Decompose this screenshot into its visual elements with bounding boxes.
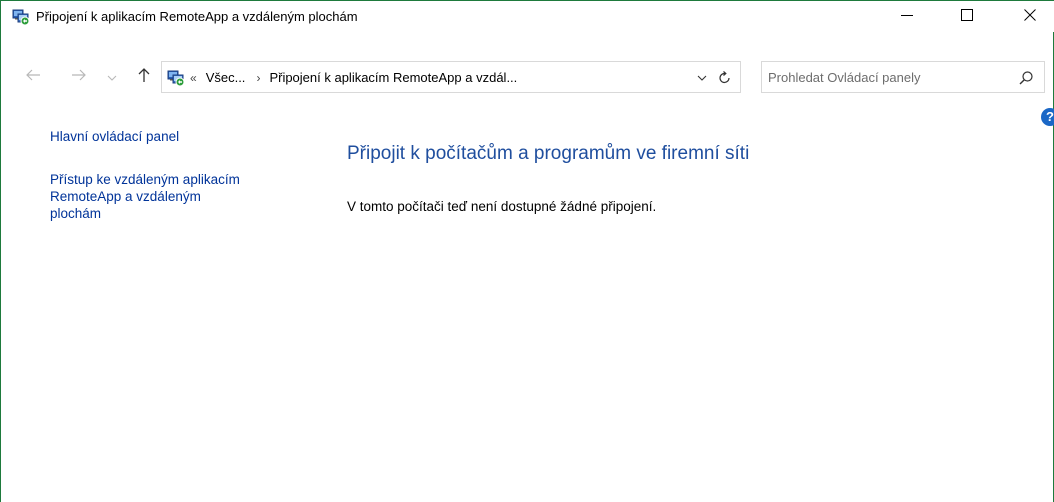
maximize-icon: [961, 8, 973, 26]
chevron-down-icon: [697, 75, 707, 81]
breadcrumb-item-all-items[interactable]: Všec...: [206, 70, 246, 86]
window-title: Připojení k aplikacím RemoteApp a vzdále…: [36, 9, 358, 24]
refresh-icon: [719, 71, 730, 84]
chevron-down-icon: [107, 68, 117, 86]
status-message: V tomto počítači teď není dostupné žádné…: [347, 199, 657, 214]
back-button[interactable]: [21, 61, 45, 93]
control-panel-window: Připojení k aplikacím RemoteApp a vzdále…: [0, 0, 1054, 502]
remoteapp-icon: [12, 8, 30, 26]
search-box[interactable]: [761, 61, 1045, 93]
search-icon[interactable]: [1018, 70, 1034, 86]
recent-locations-button[interactable]: [104, 61, 120, 93]
arrow-right-icon: [71, 68, 87, 87]
breadcrumb-item-remoteapp[interactable]: Připojení k aplikacím RemoteApp a vzdál.…: [269, 70, 517, 86]
sidebar-item-remoteapp-access[interactable]: Přístup ke vzdáleným aplikacím RemoteApp…: [50, 171, 250, 222]
minimize-icon: [901, 8, 913, 26]
minimize-button[interactable]: [884, 1, 930, 32]
page-title: Připojit k počítačům a programům ve fire…: [347, 143, 750, 164]
help-icon[interactable]: ?: [1041, 108, 1054, 126]
arrow-up-icon: [137, 67, 151, 88]
maximize-button[interactable]: [944, 1, 990, 32]
main-content: Připojit k počítačům a programům ve fire…: [347, 142, 1027, 215]
title-bar[interactable]: Připojení k aplikacím RemoteApp a vzdále…: [1, 1, 1054, 32]
remoteapp-icon: [167, 69, 185, 87]
close-button[interactable]: [1007, 1, 1053, 32]
breadcrumb-separator[interactable]: ›: [256, 70, 260, 86]
refresh-button[interactable]: [716, 69, 734, 87]
arrow-left-icon: [25, 68, 41, 87]
search-input[interactable]: [768, 68, 1008, 86]
close-icon: [1024, 8, 1036, 26]
forward-button[interactable]: [67, 61, 91, 93]
up-button[interactable]: [133, 61, 155, 93]
sidebar: Hlavní ovládací panel Přístup ke vzdálen…: [50, 128, 280, 222]
breadcrumb-overflow-button[interactable]: «: [190, 70, 197, 86]
address-bar[interactable]: « Všec... › Připojení k aplikacím Remote…: [161, 61, 741, 93]
breadcrumb: « Všec... › Připojení k aplikacím Remote…: [190, 70, 528, 86]
navigation-bar: « Všec... › Připojení k aplikacím Remote…: [1, 61, 1054, 95]
address-dropdown-button[interactable]: [695, 70, 709, 86]
sidebar-item-control-panel-home[interactable]: Hlavní ovládací panel: [50, 128, 280, 145]
